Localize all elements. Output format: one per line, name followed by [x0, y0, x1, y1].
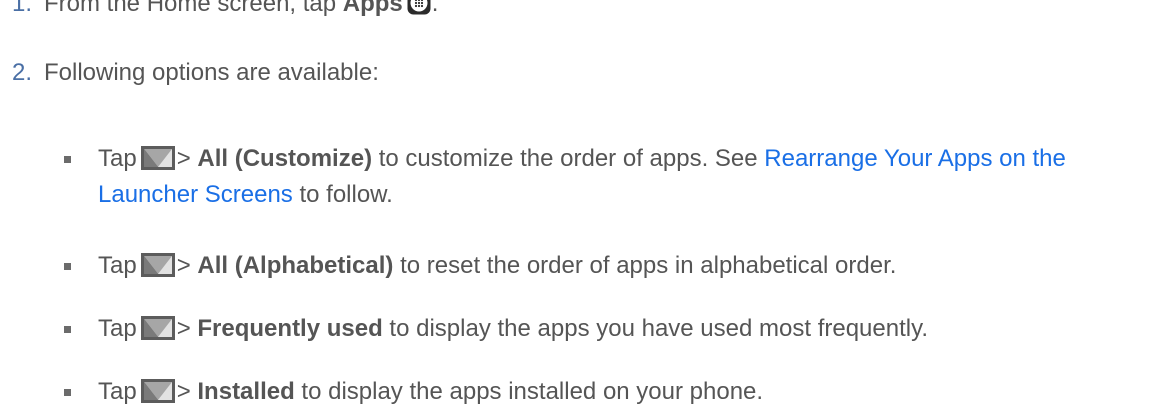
- option-text: Tap > All (Alphabetical) to reset the ord…: [98, 248, 1128, 284]
- tap-word: Tap: [98, 252, 137, 279]
- apps-label: Apps: [342, 0, 403, 17]
- option-label: Installed: [197, 378, 295, 405]
- step-text: Following options are available:: [44, 59, 379, 86]
- dropdown-triangle-icon: [140, 145, 175, 170]
- bullet-marker: [64, 326, 71, 333]
- dropdown-triangle-icon: [140, 315, 175, 340]
- option-label: All (Customize): [197, 145, 373, 172]
- dropdown-triangle-icon: [140, 378, 175, 403]
- option-desc: to reset the order of apps in alphabetic…: [393, 252, 897, 279]
- bullet-marker: [64, 263, 71, 270]
- option-desc: to display the apps installed on your ph…: [294, 378, 764, 405]
- step-text-prefix: From the Home screen, tap: [44, 0, 343, 17]
- tap-word: Tap: [98, 145, 137, 172]
- bullet-marker: [64, 389, 71, 396]
- step-number: 2.: [12, 59, 33, 86]
- bullet-marker: [64, 156, 71, 163]
- option-text: Tap > Installed to display the apps insta…: [98, 374, 1128, 410]
- gt-symbol: >: [176, 378, 191, 405]
- tap-word: Tap: [98, 315, 137, 342]
- dropdown-triangle-icon: [140, 252, 175, 277]
- option-text: Tap > Frequently used to display the apps…: [98, 311, 1128, 347]
- option-desc-end: to follow.: [292, 181, 393, 208]
- gt-symbol: >: [176, 145, 191, 172]
- option-desc: to customize the order of apps. See: [372, 145, 765, 172]
- apps-grid-icon: [407, 0, 431, 15]
- gt-symbol: >: [176, 315, 191, 342]
- tap-word: Tap: [98, 378, 137, 405]
- option-text: Tap > All (Customize) to customize the or…: [98, 141, 1128, 213]
- option-label: Frequently used: [197, 315, 383, 342]
- gt-symbol: >: [176, 252, 191, 279]
- option-label: All (Alphabetical): [197, 252, 394, 279]
- step-text-suffix: .: [431, 0, 439, 17]
- step-number: 1.: [12, 0, 33, 17]
- option-desc: to display the apps you have used most f…: [382, 315, 928, 342]
- step-text: From the Home screen, tap Apps.: [44, 0, 438, 21]
